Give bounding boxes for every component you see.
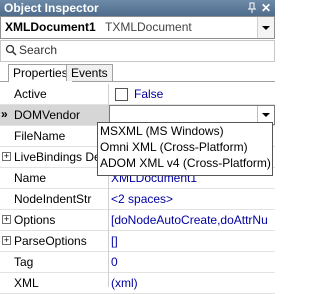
property-name: Name (14, 171, 47, 185)
property-name: NodeIndentStr (14, 192, 92, 206)
column-divider[interactable] (108, 84, 109, 287)
object-selector-dropdown-button[interactable] (257, 17, 274, 38)
property-value[interactable]: [doNodeAutoCreate,doAttrNu (111, 213, 268, 227)
property-value[interactable]: 0 (111, 255, 118, 269)
active-checkbox[interactable] (115, 88, 128, 101)
search-icon (5, 44, 17, 56)
dropdown-option[interactable]: ADOM XML v4 (Cross-Platform) (98, 155, 272, 171)
dropdown-option[interactable]: Omni XML (Cross-Platform) (98, 139, 272, 155)
search-box[interactable] (0, 40, 275, 62)
selected-row-marker: » (1, 107, 8, 121)
property-row-tag[interactable]: Tag 0 (0, 252, 275, 273)
property-name: XML (14, 276, 39, 290)
property-name: LiveBindings De (14, 150, 101, 164)
property-name: Options (14, 213, 56, 227)
tab-events[interactable]: Events (66, 64, 113, 81)
object-type: TXMLDocument (105, 20, 192, 34)
panel-titlebar: Object Inspector ✕ (0, 0, 275, 16)
tab-bar: Properties Events (0, 64, 275, 82)
close-icon[interactable]: ✕ (261, 0, 271, 16)
property-name: Tag (14, 255, 34, 269)
property-grid: Active False » DOMVendor FileName + Live… (0, 84, 275, 294)
expand-plus-icon[interactable]: + (2, 215, 11, 224)
domvendor-dropdown-list: MSXML (MS Windows) Omni XML (Cross-Platf… (97, 122, 273, 176)
property-row-parseoptions[interactable]: + ParseOptions [] (0, 231, 275, 252)
property-row-options[interactable]: + Options [doNodeAutoCreate,doAttrNu (0, 210, 275, 231)
property-value[interactable]: <2 spaces> (111, 192, 173, 206)
expand-plus-icon[interactable]: + (2, 152, 11, 161)
chevron-down-icon (262, 26, 270, 30)
dropdown-option[interactable]: MSXML (MS Windows) (98, 123, 272, 139)
property-name: ParseOptions (14, 234, 87, 248)
object-selector[interactable]: XMLDocument1 TXMLDocument (0, 16, 275, 39)
pin-icon[interactable] (247, 2, 257, 14)
property-value: False (134, 87, 164, 101)
property-row-active[interactable]: Active False (0, 84, 275, 105)
search-input[interactable] (19, 42, 259, 58)
property-name: Active (14, 87, 47, 101)
object-name: XMLDocument1 (5, 20, 96, 34)
property-name: FileName (14, 129, 66, 143)
property-row-xml[interactable]: XML (xml) (0, 273, 275, 294)
expand-plus-icon[interactable]: + (2, 236, 11, 245)
panel-title: Object Inspector (4, 1, 99, 15)
tab-properties[interactable]: Properties (8, 64, 73, 82)
property-row-nodeindentstr[interactable]: NodeIndentStr <2 spaces> (0, 189, 275, 210)
property-name: DOMVendor (14, 108, 81, 122)
property-value[interactable]: [] (111, 234, 118, 248)
property-value[interactable]: (xml) (111, 276, 138, 290)
